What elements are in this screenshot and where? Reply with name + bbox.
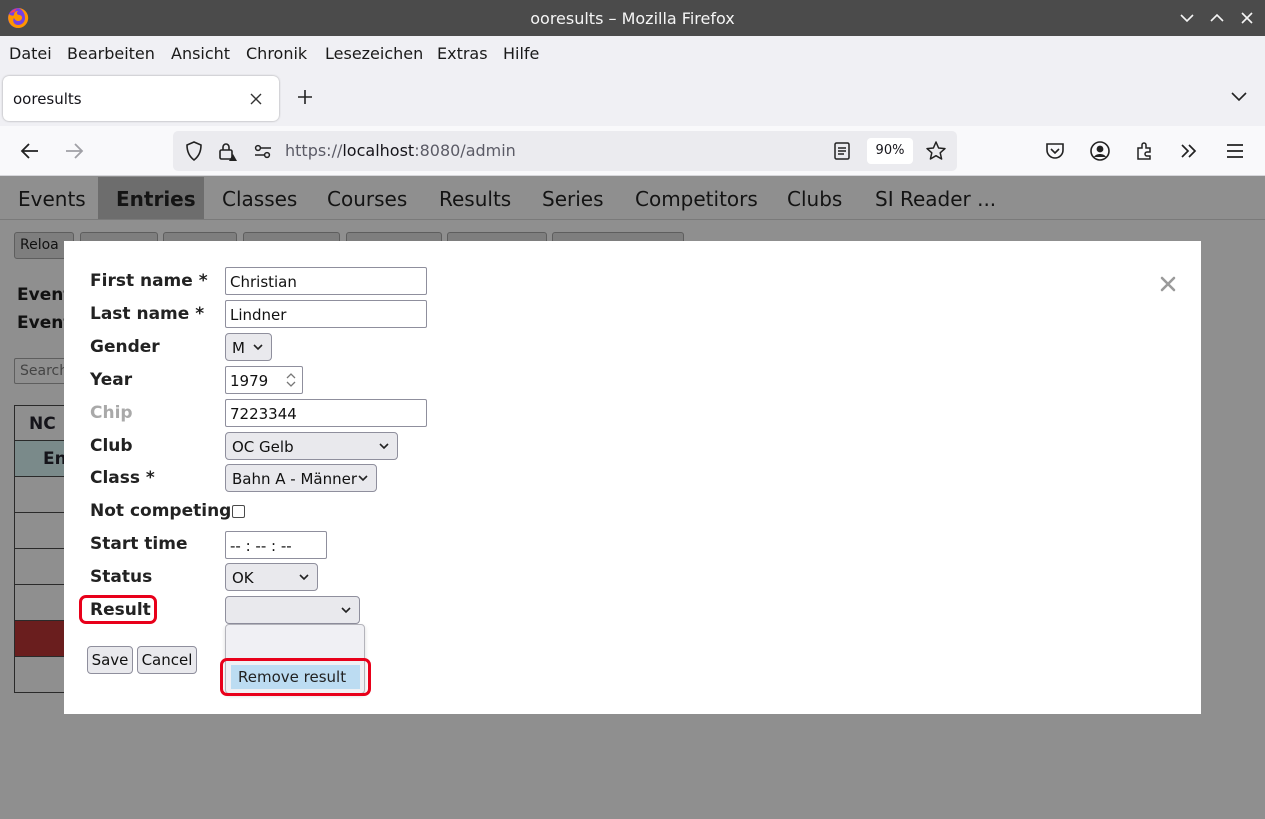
- year-value: 1979: [230, 372, 269, 390]
- permissions-icon[interactable]: [252, 140, 274, 162]
- club-select[interactable]: OC Gelb: [225, 432, 398, 460]
- bookmark-star-icon[interactable]: [925, 140, 947, 162]
- spinner-arrows-icon[interactable]: [284, 370, 298, 390]
- first-name-input[interactable]: Christian: [225, 267, 427, 295]
- menu-bookmarks[interactable]: Lesezeichen: [325, 44, 423, 63]
- browser-tab[interactable]: ooresults: [3, 76, 279, 121]
- menu-file[interactable]: Datei: [9, 44, 52, 63]
- chevron-down-icon: [358, 475, 368, 482]
- window-title: ooresults – Mozilla Firefox: [530, 9, 735, 28]
- nav-classes[interactable]: Classes: [222, 187, 297, 211]
- url-bar[interactable]: https://localhost:8080/admin 90%: [173, 131, 957, 171]
- more-tools-chevrons-icon[interactable]: [1178, 140, 1200, 162]
- chevron-down-icon: [253, 344, 263, 351]
- forward-arrow-icon[interactable]: [63, 140, 85, 162]
- menu-bar: Datei Bearbeiten Ansicht Chronik Lesezei…: [0, 36, 1265, 72]
- back-arrow-icon[interactable]: [19, 140, 41, 162]
- chevron-down-icon: [299, 574, 309, 581]
- navigation-toolbar: https://localhost:8080/admin 90%: [0, 126, 1265, 176]
- nav-entries[interactable]: Entries: [116, 187, 196, 211]
- gender-label: Gender: [90, 337, 160, 357]
- chip-label: Chip: [90, 403, 133, 423]
- start-time-label: Start time: [90, 534, 188, 554]
- status-label: Status: [90, 567, 153, 587]
- menu-history[interactable]: Chronik: [246, 44, 307, 63]
- last-name-input[interactable]: Lindner: [225, 300, 427, 328]
- result-select[interactable]: [225, 596, 360, 624]
- hamburger-menu-icon[interactable]: [1224, 140, 1246, 162]
- new-tab-plus-icon[interactable]: [296, 88, 314, 106]
- minimize-chevron-icon[interactable]: [1178, 9, 1196, 27]
- first-name-label: First name *: [90, 271, 208, 291]
- reader-view-icon[interactable]: [831, 140, 853, 162]
- menu-view[interactable]: Ansicht: [171, 44, 230, 63]
- close-window-icon[interactable]: [1238, 9, 1256, 27]
- status-select-value: OK: [232, 569, 254, 587]
- entry-edit-dialog: First name * Christian Last name * Lindn…: [64, 241, 1201, 714]
- gender-select-value: M: [232, 339, 245, 357]
- chevron-down-icon: [379, 443, 389, 450]
- start-time-input[interactable]: -- : -- : --: [225, 531, 327, 559]
- nav-si-reader[interactable]: SI Reader ...: [875, 187, 996, 211]
- tab-strip: ooresults: [0, 72, 1265, 126]
- class-select-value: Bahn A - Männer: [232, 470, 358, 488]
- url-host: localhost: [342, 141, 415, 160]
- tracking-shield-icon[interactable]: [183, 140, 205, 162]
- save-button[interactable]: Save: [87, 646, 133, 674]
- gender-select[interactable]: M: [225, 333, 272, 361]
- status-select[interactable]: OK: [225, 563, 318, 591]
- extensions-icon[interactable]: [1134, 140, 1156, 162]
- nav-series[interactable]: Series: [542, 187, 604, 211]
- result-label-highlight: [79, 595, 157, 624]
- lock-warning-icon[interactable]: [216, 140, 238, 162]
- url-text[interactable]: https://localhost:8080/admin: [285, 141, 516, 160]
- class-label: Class *: [90, 468, 155, 488]
- chip-input[interactable]: 7223344: [225, 399, 427, 427]
- window-titlebar: ooresults – Mozilla Firefox: [0, 0, 1265, 36]
- cancel-button[interactable]: Cancel: [137, 646, 197, 674]
- nav-events[interactable]: Events: [18, 187, 86, 211]
- list-all-tabs-chevron-icon[interactable]: [1230, 90, 1248, 104]
- year-number-input[interactable]: 1979: [225, 366, 303, 394]
- account-icon[interactable]: [1089, 140, 1111, 162]
- close-tab-icon[interactable]: [249, 92, 263, 106]
- menu-tools[interactable]: Extras: [437, 44, 488, 63]
- nav-courses[interactable]: Courses: [327, 187, 407, 211]
- not-competing-checkbox[interactable]: [232, 505, 245, 518]
- url-rest: :8080/admin: [414, 141, 516, 160]
- not-competing-label: Not competing: [90, 501, 232, 521]
- club-label: Club: [90, 436, 133, 456]
- chevron-down-icon: [341, 607, 351, 614]
- zoom-level-badge[interactable]: 90%: [867, 138, 913, 164]
- nav-competitors[interactable]: Competitors: [635, 187, 758, 211]
- close-dialog-icon[interactable]: [1158, 274, 1178, 294]
- app-navigation: Events Entries Classes Courses Results S…: [0, 177, 1265, 220]
- menu-edit[interactable]: Bearbeiten: [67, 44, 155, 63]
- result-option-empty[interactable]: [226, 631, 364, 653]
- nav-results[interactable]: Results: [439, 187, 511, 211]
- pocket-icon[interactable]: [1044, 140, 1066, 162]
- tab-title: ooresults: [13, 90, 82, 108]
- remove-result-highlight: [220, 658, 371, 696]
- url-scheme: https://: [285, 141, 343, 160]
- club-select-value: OC Gelb: [232, 438, 294, 456]
- year-label: Year: [90, 370, 133, 390]
- nav-divider: [0, 219, 1265, 220]
- maximize-chevron-icon[interactable]: [1208, 9, 1226, 27]
- last-name-label: Last name *: [90, 304, 205, 324]
- menu-help[interactable]: Hilfe: [503, 44, 539, 63]
- nav-clubs[interactable]: Clubs: [787, 187, 842, 211]
- class-select[interactable]: Bahn A - Männer: [225, 464, 377, 492]
